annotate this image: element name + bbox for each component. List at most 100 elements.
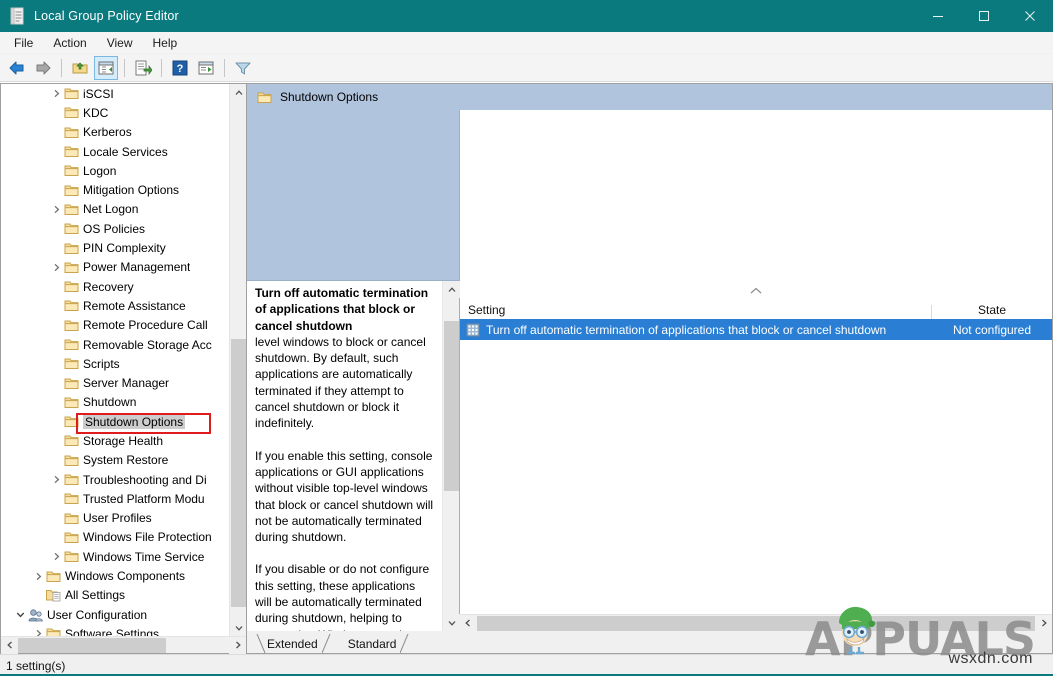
tree-item-recovery[interactable]: Recovery (1, 277, 246, 296)
tree-item-removable-storage-acc[interactable]: Removable Storage Acc (1, 335, 246, 354)
folder-icon (63, 126, 80, 139)
tree-scroll-left-button[interactable] (1, 636, 18, 654)
tree-item-power-management[interactable]: Power Management (1, 258, 246, 277)
list-empty-area (460, 340, 1052, 614)
tree-item-locale-services[interactable]: Locale Services (1, 142, 246, 161)
folder-icon (63, 454, 80, 467)
tree-item-trusted-platform-modu[interactable]: Trusted Platform Modu (1, 489, 246, 508)
status-bar: 1 setting(s) (0, 654, 1053, 676)
view-tabs: Extended Standard (247, 631, 1052, 654)
tree-scroll-down-button[interactable] (230, 619, 246, 636)
tree-item-logon[interactable]: Logon (1, 161, 246, 180)
help-icon[interactable]: ? (168, 56, 192, 80)
chevron-right-icon[interactable] (31, 572, 45, 581)
export-list-icon[interactable] (131, 56, 155, 80)
tab-extended[interactable]: Extended (255, 633, 331, 654)
tree-item-remote-procedure-call[interactable]: Remote Procedure Call (1, 316, 246, 335)
back-icon[interactable] (5, 56, 29, 80)
tree-item-label: Storage Health (83, 433, 164, 448)
tree-item-user-configuration[interactable]: User Configuration (1, 605, 246, 624)
tree-item-kdc[interactable]: KDC (1, 103, 246, 122)
tree-item-iscsi[interactable]: iSCSI (1, 84, 246, 103)
maximize-button[interactable] (961, 0, 1007, 32)
folder-icon (63, 242, 80, 255)
menu-file[interactable]: File (4, 32, 43, 54)
tree-vertical-scrollbar[interactable] (229, 84, 246, 636)
list-hscroll-thumb[interactable] (476, 615, 1036, 631)
forward-icon[interactable] (31, 56, 55, 80)
local-group-policy-editor-window: Local Group Policy Editor File Action Vi… (0, 0, 1053, 676)
tree-scroll-right-button[interactable] (229, 636, 246, 654)
description-scroll-down-button[interactable] (443, 614, 460, 631)
minimize-button[interactable] (915, 0, 961, 32)
description-card: Turn off automatic termination of applic… (247, 280, 460, 631)
tree-item-label: Windows File Protection (83, 530, 212, 545)
tree-scroll-up-button[interactable] (230, 84, 246, 101)
tree-horizontal-scrollbar[interactable] (1, 636, 246, 654)
tree-item-windows-time-service[interactable]: Windows Time Service (1, 547, 246, 566)
chevron-right-icon[interactable] (49, 89, 63, 98)
column-header-state[interactable]: State (932, 303, 1052, 319)
close-button[interactable] (1007, 0, 1053, 32)
description-paragraph: If you disable or do not configure this … (255, 562, 430, 631)
tree-item-mitigation-options[interactable]: Mitigation Options (1, 180, 246, 199)
menu-view[interactable]: View (97, 32, 143, 54)
policy-setting-icon (466, 323, 480, 337)
chevron-right-icon[interactable] (49, 263, 63, 272)
tree-item-troubleshooting-and-di[interactable]: Troubleshooting and Di (1, 470, 246, 489)
tree-item-remote-assistance[interactable]: Remote Assistance (1, 296, 246, 315)
svg-text:?: ? (177, 63, 184, 75)
list-scroll-left-button[interactable] (460, 614, 477, 632)
column-header-setting[interactable]: Setting (460, 303, 932, 319)
toolbar-separator (124, 58, 125, 77)
column-header-setting-label: Setting (468, 303, 506, 317)
tree-item-scripts[interactable]: Scripts (1, 354, 246, 373)
list-horizontal-scrollbar[interactable] (460, 614, 1052, 632)
description-scroll-up-button[interactable] (443, 281, 460, 298)
folder-icon (63, 531, 80, 544)
tree-item-server-manager[interactable]: Server Manager (1, 373, 246, 392)
folder-icon (63, 550, 80, 563)
tree-item-software-settings[interactable]: Software Settings (1, 624, 246, 636)
tab-standard[interactable]: Standard (336, 633, 410, 654)
show-hide-console-tree-icon[interactable] (94, 55, 118, 80)
tree-item-label: Power Management (83, 260, 191, 275)
chevron-down-icon[interactable] (13, 610, 27, 619)
chevron-right-icon[interactable] (49, 475, 63, 484)
tree-item-storage-health[interactable]: Storage Health (1, 431, 246, 450)
tree-item-pin-complexity[interactable]: PIN Complexity (1, 238, 246, 257)
tree-item-os-policies[interactable]: OS Policies (1, 219, 246, 238)
tree-item-label: Troubleshooting and Di (83, 472, 207, 487)
results-pane-header: Shutdown Options (247, 84, 1052, 110)
tree-item-label: Logon (83, 163, 117, 178)
tree-item-net-logon[interactable]: Net Logon (1, 200, 246, 219)
filter-icon[interactable] (231, 56, 255, 80)
tab-edge-right (399, 633, 410, 654)
description-text: Turn off automatic termination of applic… (247, 281, 442, 631)
menu-help[interactable]: Help (143, 32, 188, 54)
tree-item-label: User Profiles (83, 511, 152, 526)
description-vertical-scrollbar[interactable] (442, 281, 460, 631)
table-row[interactable]: Turn off automatic termination of applic… (460, 319, 1052, 340)
tree-item-label: Removable Storage Acc (83, 337, 212, 352)
tree-hscroll-thumb[interactable] (18, 637, 166, 653)
properties-icon[interactable] (194, 56, 218, 80)
tree-item-windows-components[interactable]: Windows Components (1, 566, 246, 585)
tree-item-windows-file-protection[interactable]: Windows File Protection (1, 528, 246, 547)
tree-item-user-profiles[interactable]: User Profiles (1, 509, 246, 528)
tree-scroll-thumb[interactable] (231, 339, 246, 607)
menu-action[interactable]: Action (43, 32, 96, 54)
folder-icon (63, 87, 80, 100)
list-scroll-right-button[interactable] (1035, 614, 1052, 632)
description-scroll-thumb[interactable] (444, 321, 459, 491)
chevron-right-icon[interactable] (49, 205, 63, 214)
tree-item-all-settings[interactable]: All Settings (1, 586, 246, 605)
chevron-right-icon[interactable] (49, 552, 63, 561)
tree-item-system-restore[interactable]: System Restore (1, 451, 246, 470)
table-cell-state: Not configured (952, 322, 1032, 337)
chevron-right-icon[interactable] (31, 629, 45, 636)
up-one-level-icon[interactable] (68, 56, 92, 80)
tree-item-kerberos[interactable]: Kerberos (1, 123, 246, 142)
tree-item-shutdown[interactable]: Shutdown (1, 393, 246, 412)
toolbar: ? (0, 54, 1053, 82)
